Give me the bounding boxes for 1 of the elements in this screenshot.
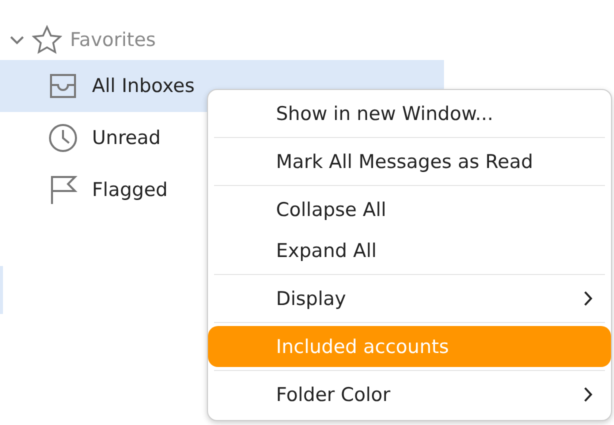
section-title: Favorites bbox=[70, 29, 156, 51]
